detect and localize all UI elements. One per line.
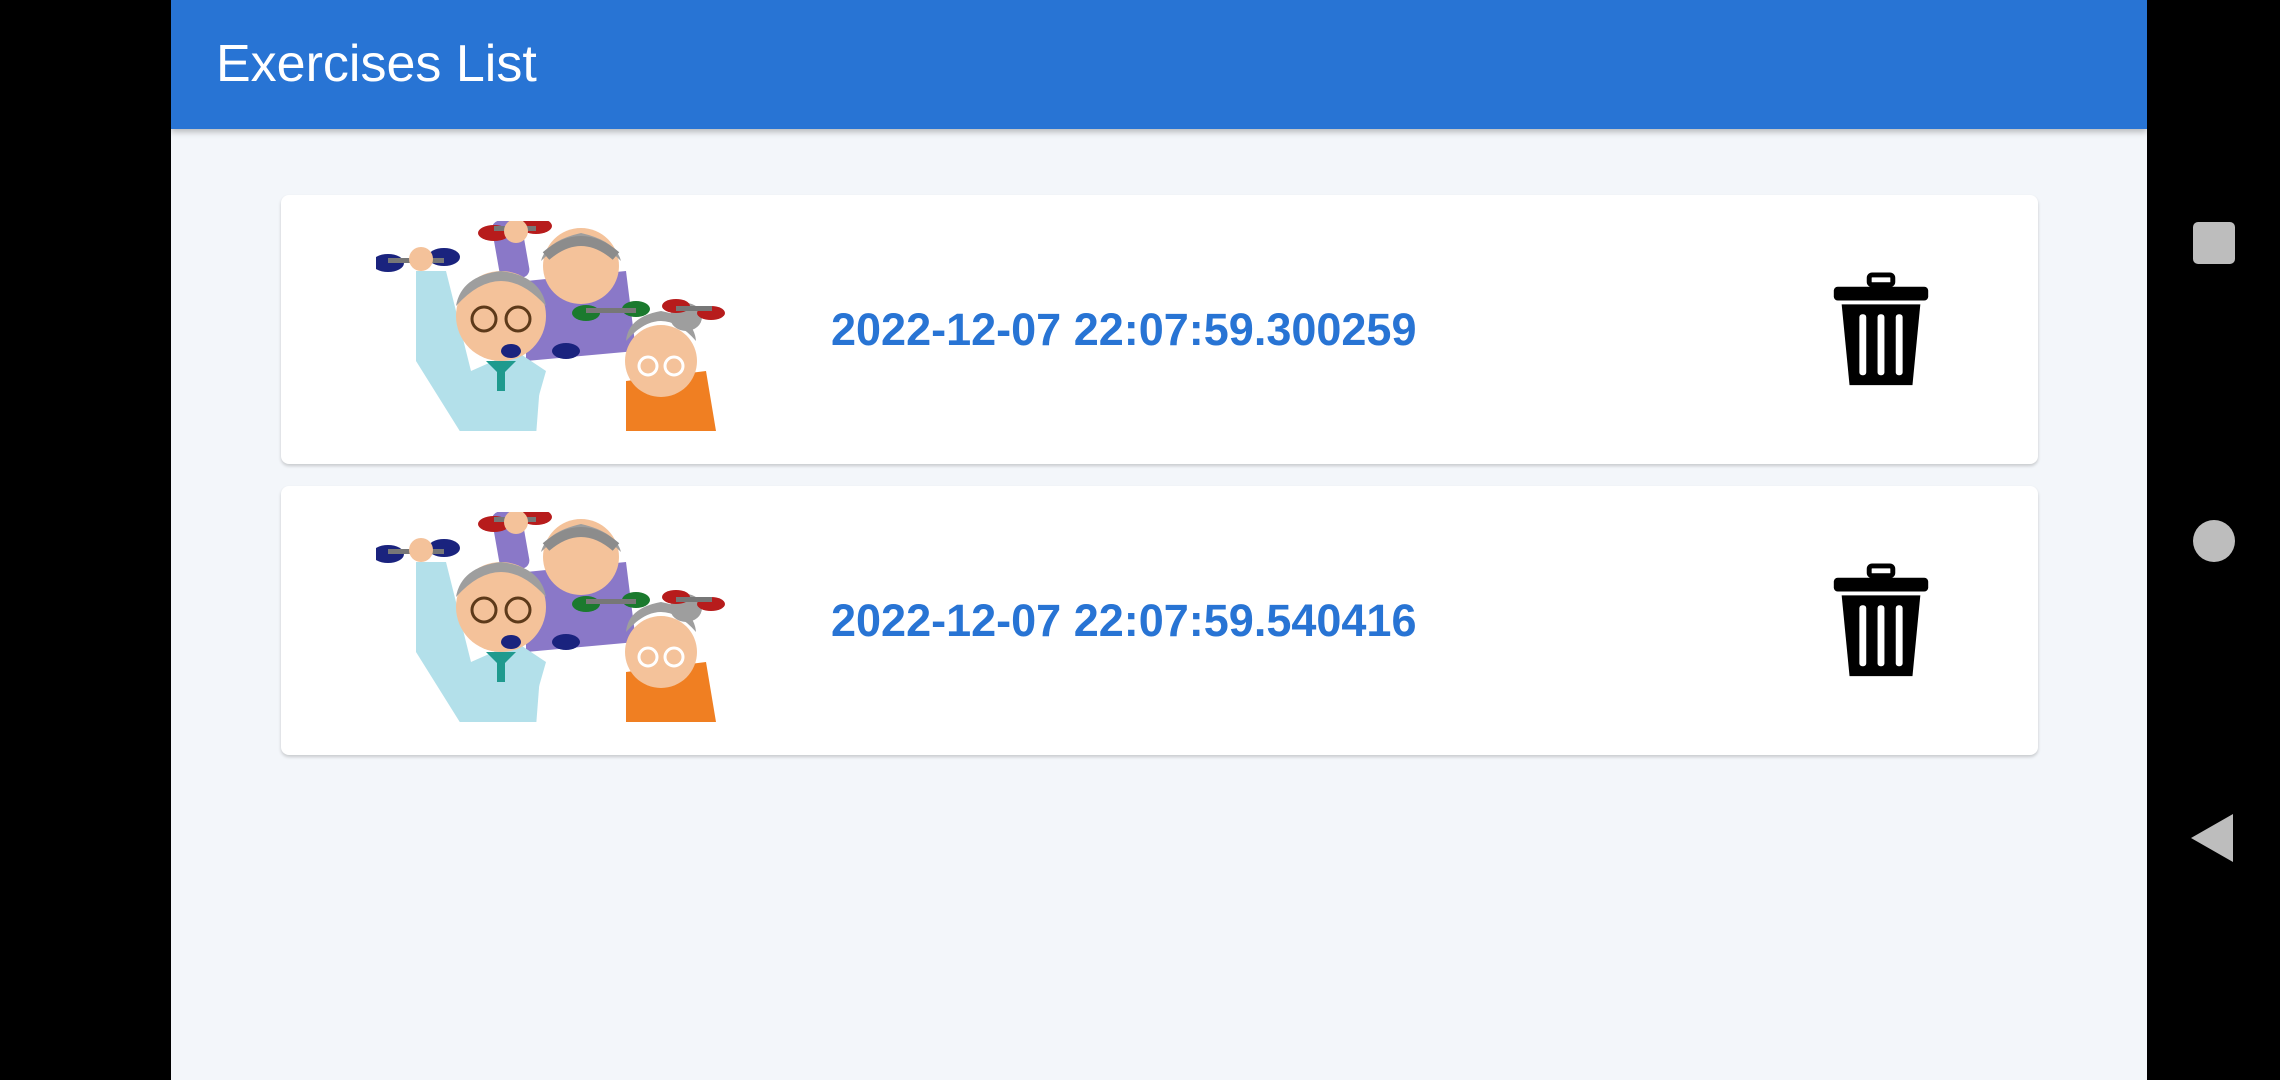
exercises-list: 2022-12-07 22:07:59.300259 2022-12-07 22… <box>281 195 2038 777</box>
home-icon[interactable] <box>2193 520 2235 562</box>
exercise-card[interactable]: 2022-12-07 22:07:59.540416 <box>281 486 2038 755</box>
back-icon[interactable] <box>2191 814 2233 862</box>
device-screen: Exercises List 2022-12-07 22:07:59.30025… <box>0 0 2280 1080</box>
trash-icon[interactable] <box>1831 562 1931 680</box>
recents-icon[interactable] <box>2193 222 2235 264</box>
exercise-card[interactable]: 2022-12-07 22:07:59.300259 <box>281 195 2038 464</box>
page-title: Exercises List <box>216 35 537 93</box>
exercise-timestamp: 2022-12-07 22:07:59.300259 <box>831 304 1417 355</box>
elderly-exercise-image <box>376 512 746 722</box>
app-window: Exercises List 2022-12-07 22:07:59.30025… <box>171 0 2147 1080</box>
trash-icon[interactable] <box>1831 271 1931 389</box>
elderly-exercise-image <box>376 221 746 431</box>
system-navigation-bar <box>2147 0 2280 1080</box>
app-bar: Exercises List <box>171 0 2147 129</box>
exercise-timestamp: 2022-12-07 22:07:59.540416 <box>831 595 1417 646</box>
